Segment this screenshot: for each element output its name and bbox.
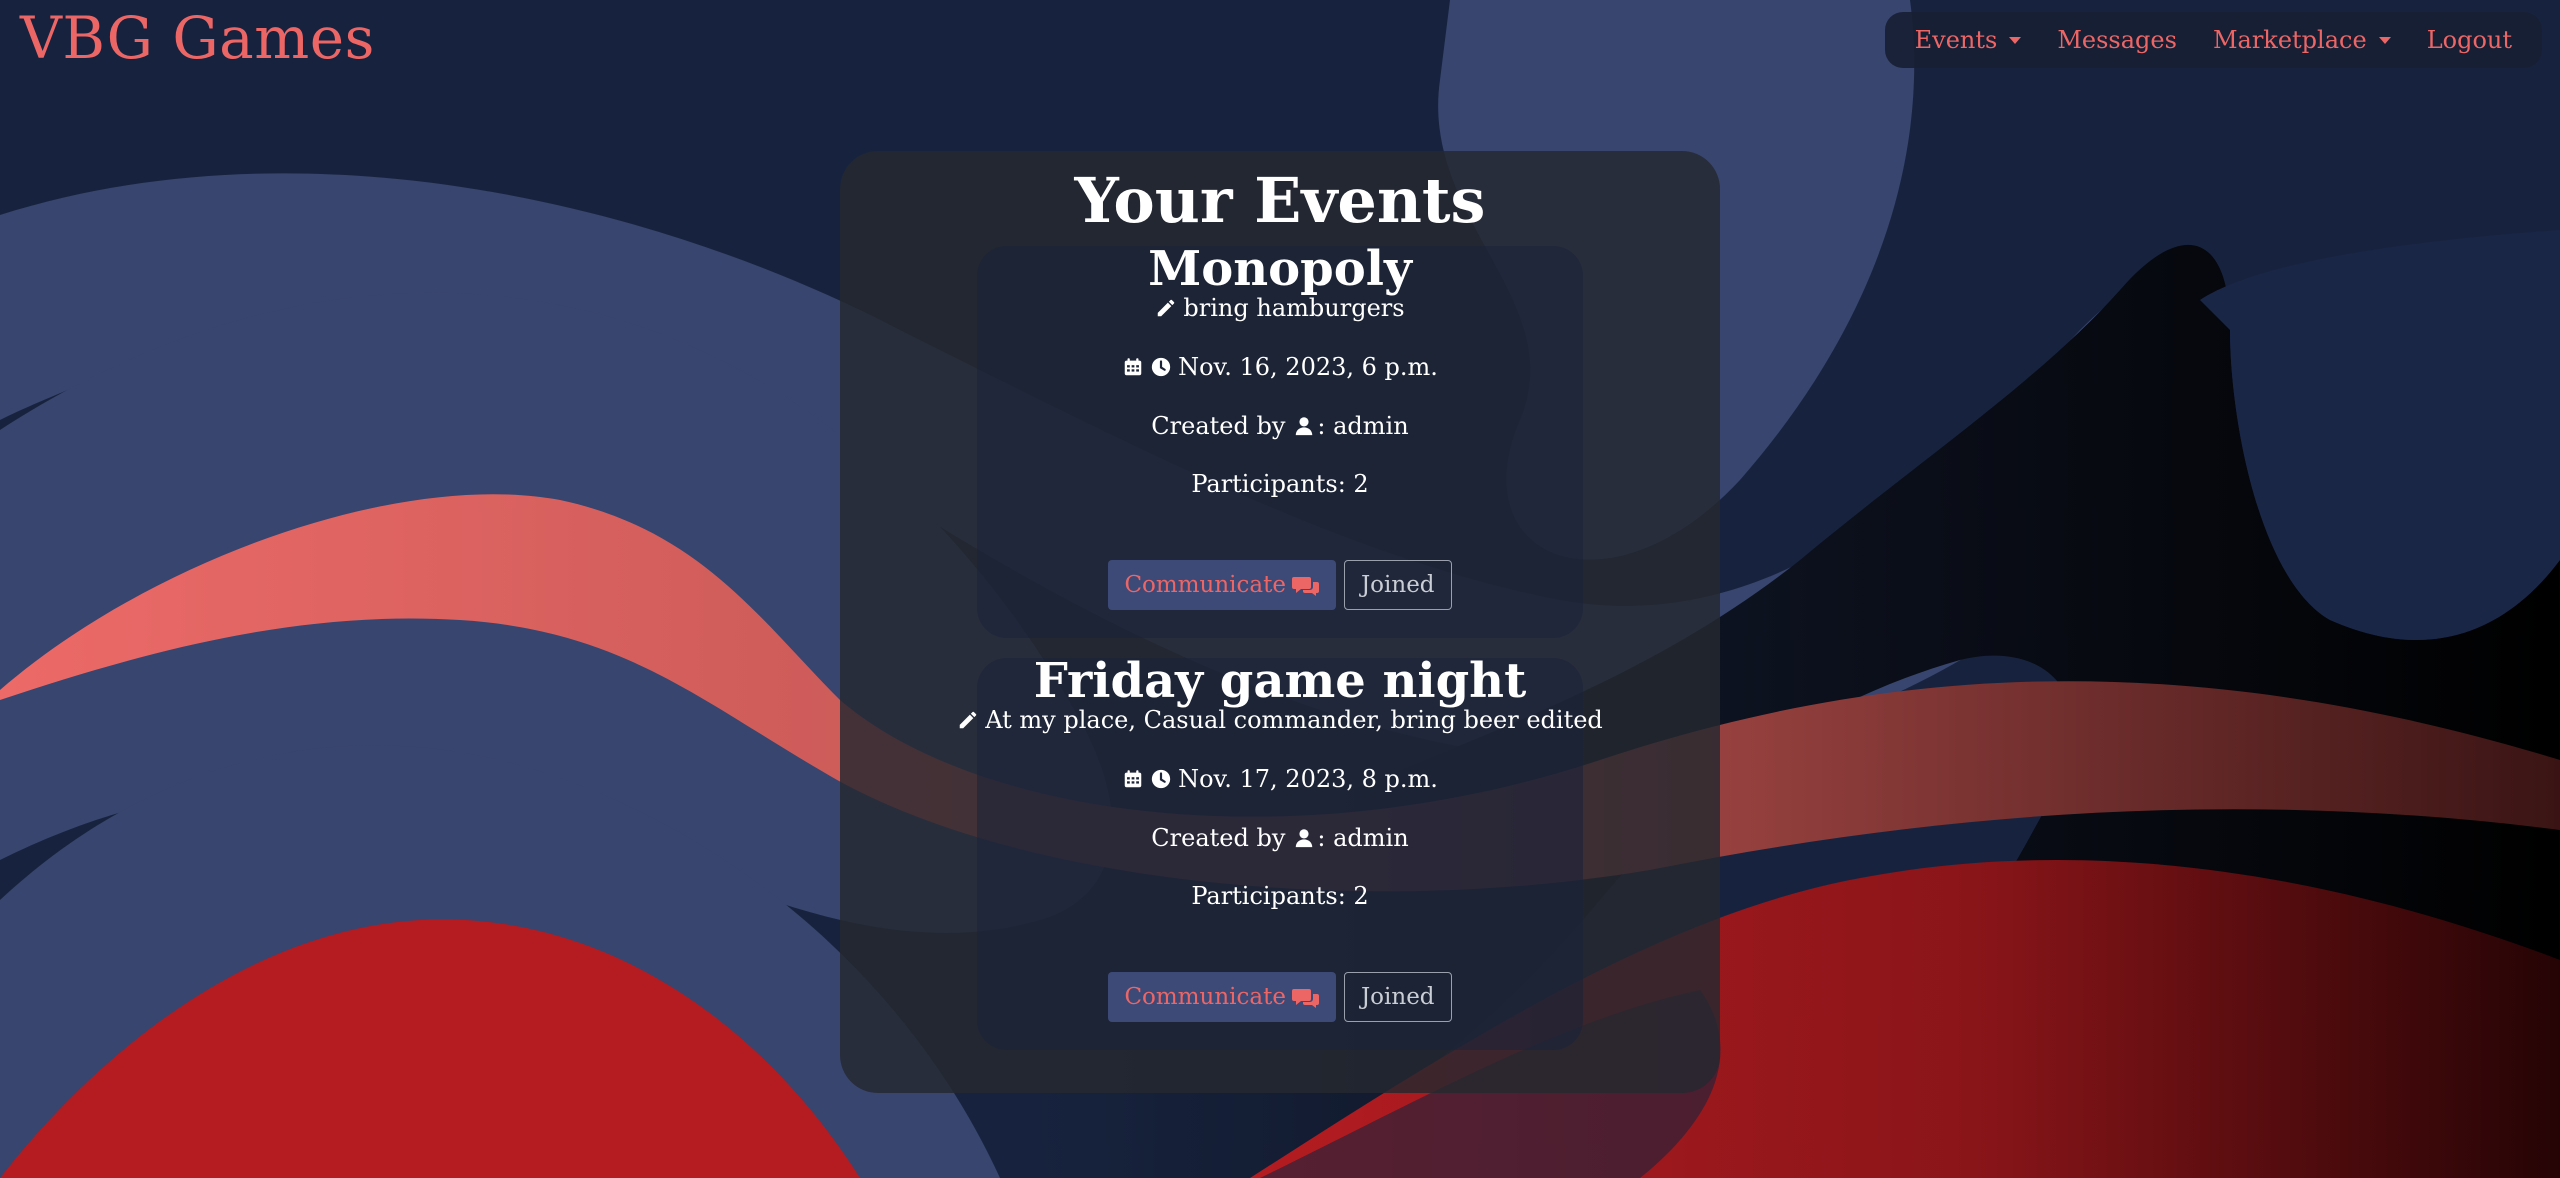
event-description-text: bring hamburgers <box>1183 294 1405 322</box>
nav-logout-label: Logout <box>2426 26 2512 54</box>
joined-label: Joined <box>1360 572 1435 598</box>
event-title: Friday game night <box>1033 653 1527 709</box>
nav-logout-link[interactable]: Logout <box>2409 26 2530 54</box>
event-card: Friday game night At my place, Casual co… <box>959 653 1603 1050</box>
event-creator: Created by : admin <box>977 412 1583 440</box>
communicate-button[interactable]: Communicate <box>1108 972 1336 1022</box>
nav-messages-link[interactable]: Messages <box>2039 26 2195 54</box>
event-datetime-text: Nov. 17, 2023, 8 p.m. <box>1178 765 1438 793</box>
event-datetime-text: Nov. 16, 2023, 6 p.m. <box>1178 353 1438 381</box>
participants-text: Participants: 2 <box>1191 882 1369 910</box>
event-actions: Communicate Joined <box>977 560 1583 610</box>
nav-marketplace-dropdown[interactable]: Marketplace <box>2195 26 2409 54</box>
nav-events-dropdown[interactable]: Events <box>1897 26 2040 54</box>
event-description-text: At my place, Casual commander, bring bee… <box>985 706 1603 734</box>
event-creator: Created by : admin <box>977 824 1583 852</box>
communicate-label: Communicate <box>1124 984 1286 1010</box>
caret-down-icon <box>2378 36 2391 44</box>
communicate-label: Communicate <box>1124 572 1286 598</box>
clock-icon <box>1150 356 1172 378</box>
joined-label: Joined <box>1360 984 1435 1010</box>
event-actions: Communicate Joined <box>977 972 1583 1022</box>
pencil-icon <box>1155 297 1177 319</box>
event-participants: Participants: 2 <box>977 882 1583 910</box>
participants-text: Participants: 2 <box>1191 470 1369 498</box>
main-nav: Events Messages Marketplace Logout <box>1884 12 2542 68</box>
brand-logo[interactable]: VBG Games <box>20 4 375 72</box>
nav-events-label: Events <box>1914 26 1998 54</box>
creator-name: : admin <box>1317 824 1409 852</box>
created-by-label: Created by <box>1151 412 1286 440</box>
event-card: Monopoly bring hamburgers Nov. 16, 2023,… <box>977 241 1583 638</box>
joined-button[interactable]: Joined <box>1343 972 1452 1022</box>
caret-down-icon <box>2009 36 2022 44</box>
nav-marketplace-label: Marketplace <box>2212 26 2367 54</box>
events-panel: Your Events Monopoly bring hamburgers No… <box>840 151 1720 1093</box>
event-participants: Participants: 2 <box>977 470 1583 498</box>
joined-button[interactable]: Joined <box>1343 560 1452 610</box>
user-icon <box>1293 415 1315 437</box>
calendar-icon <box>1122 356 1144 378</box>
pencil-icon <box>957 709 979 731</box>
event-datetime: Nov. 17, 2023, 8 p.m. <box>977 765 1583 793</box>
event-description: At my place, Casual commander, bring bee… <box>959 706 1603 734</box>
communicate-button[interactable]: Communicate <box>1108 560 1336 610</box>
creator-name: : admin <box>1317 412 1409 440</box>
event-description: bring hamburgers <box>977 294 1583 322</box>
comments-icon <box>1291 986 1320 1008</box>
comments-icon <box>1291 574 1320 596</box>
created-by-label: Created by <box>1151 824 1286 852</box>
clock-icon <box>1150 768 1172 790</box>
calendar-icon <box>1122 768 1144 790</box>
event-datetime: Nov. 16, 2023, 6 p.m. <box>977 353 1583 381</box>
event-title: Monopoly <box>1148 241 1412 297</box>
page-title: Your Events <box>1074 164 1486 237</box>
nav-messages-label: Messages <box>2057 26 2177 54</box>
user-icon <box>1293 827 1315 849</box>
